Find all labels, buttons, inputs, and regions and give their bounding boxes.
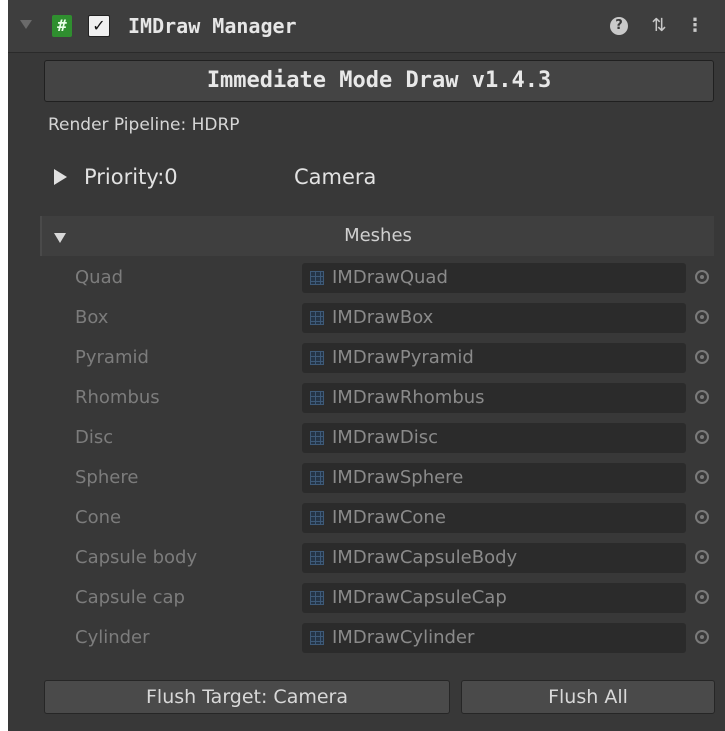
mesh-value: IMDrawCapsuleBody — [332, 547, 518, 568]
mesh-object-field[interactable]: IMDrawCylinder — [302, 623, 686, 653]
mesh-label: Rhombus — [75, 387, 160, 408]
object-picker-icon[interactable] — [695, 270, 709, 284]
mesh-row-disc: Disc IMDrawDisc — [8, 420, 725, 456]
mesh-asset-icon — [310, 391, 324, 405]
object-picker-icon[interactable] — [695, 430, 709, 444]
mesh-label: Cone — [75, 507, 122, 528]
object-picker-icon[interactable] — [695, 590, 709, 604]
mesh-row-box: Box IMDrawBox — [8, 300, 725, 336]
mesh-row-quad: Quad IMDrawQuad — [8, 260, 725, 296]
mesh-row-capsule-body: Capsule body IMDrawCapsuleBody — [8, 540, 725, 576]
mesh-object-field[interactable]: IMDrawCapsuleCap — [302, 583, 686, 613]
mesh-value: IMDrawSphere — [332, 467, 464, 488]
object-picker-icon[interactable] — [695, 350, 709, 364]
presets-icon[interactable]: ⇅ — [648, 14, 670, 38]
priority-foldout[interactable]: Priority:0 Camera — [48, 160, 708, 194]
mesh-row-rhombus: Rhombus IMDrawRhombus — [8, 380, 725, 416]
meshes-title: Meshes — [344, 225, 412, 246]
mesh-label: Pyramid — [75, 347, 149, 368]
mesh-object-field[interactable]: IMDrawDisc — [302, 423, 686, 453]
mesh-asset-icon — [310, 591, 324, 605]
mesh-value: IMDrawCapsuleCap — [332, 587, 507, 608]
mesh-asset-icon — [310, 431, 324, 445]
mesh-asset-icon — [310, 351, 324, 365]
mesh-value: IMDrawPyramid — [332, 347, 474, 368]
mesh-row-cylinder: Cylinder IMDrawCylinder — [8, 620, 725, 656]
version-banner: Immediate Mode Draw v1.4.3 — [44, 60, 714, 102]
mesh-label: Cylinder — [75, 627, 150, 648]
mesh-row-pyramid: Pyramid IMDrawPyramid — [8, 340, 725, 376]
mesh-object-field[interactable]: IMDrawPyramid — [302, 343, 686, 373]
mesh-value: IMDrawCylinder — [332, 627, 475, 648]
mesh-object-field[interactable]: IMDrawCapsuleBody — [302, 543, 686, 573]
object-picker-icon[interactable] — [695, 310, 709, 324]
flush-all-button[interactable]: Flush All — [461, 680, 715, 714]
mesh-row-capsule-cap: Capsule cap IMDrawCapsuleCap — [8, 580, 725, 616]
mesh-object-field[interactable]: IMDrawBox — [302, 303, 686, 333]
mesh-value: IMDrawDisc — [332, 427, 438, 448]
render-pipeline-label: Render Pipeline: HDRP — [48, 115, 240, 135]
flush-target-button[interactable]: Flush Target: Camera — [44, 680, 450, 714]
component-title: IMDraw Manager — [128, 14, 297, 38]
mesh-row-sphere: Sphere IMDrawSphere — [8, 460, 725, 496]
expand-arrow-icon[interactable] — [54, 169, 67, 185]
object-picker-icon[interactable] — [695, 550, 709, 564]
help-icon[interactable]: ? — [610, 17, 628, 35]
mesh-value: IMDrawRhombus — [332, 387, 485, 408]
priority-label: Priority:0 — [84, 165, 178, 189]
mesh-value: IMDrawBox — [332, 307, 434, 328]
mesh-row-cone: Cone IMDrawCone — [8, 500, 725, 536]
mesh-asset-icon — [310, 271, 324, 285]
mesh-asset-icon — [310, 631, 324, 645]
object-picker-icon[interactable] — [695, 390, 709, 404]
mesh-label: Disc — [75, 427, 114, 448]
component-enabled-checkbox[interactable]: ✓ — [88, 15, 110, 37]
mesh-asset-icon — [310, 551, 324, 565]
object-picker-icon[interactable] — [695, 470, 709, 484]
mesh-object-field[interactable]: IMDrawSphere — [302, 463, 686, 493]
mesh-asset-icon — [310, 471, 324, 485]
inspector-panel: # ✓ IMDraw Manager ? ⇅ ⋮ Immediate Mode … — [8, 0, 725, 731]
mesh-object-field[interactable]: IMDrawRhombus — [302, 383, 686, 413]
mesh-asset-icon — [310, 511, 324, 525]
mesh-label: Sphere — [75, 467, 139, 488]
collapse-arrow-icon[interactable] — [20, 20, 32, 29]
object-picker-icon[interactable] — [695, 510, 709, 524]
object-picker-icon[interactable] — [695, 630, 709, 644]
mesh-value: IMDrawCone — [332, 507, 446, 528]
more-options-icon[interactable]: ⋮ — [684, 14, 706, 38]
mesh-label: Capsule body — [75, 547, 198, 568]
mesh-object-field[interactable]: IMDrawCone — [302, 503, 686, 533]
mesh-value: IMDrawQuad — [332, 267, 448, 288]
mesh-label: Box — [75, 307, 109, 328]
component-header[interactable]: # ✓ IMDraw Manager ? ⇅ ⋮ — [8, 0, 725, 53]
meshes-foldout-header[interactable]: Meshes — [40, 216, 714, 256]
mesh-asset-icon — [310, 311, 324, 325]
mesh-label: Capsule cap — [75, 587, 185, 608]
priority-value: Camera — [294, 165, 377, 189]
mesh-object-field[interactable]: IMDrawQuad — [302, 263, 686, 293]
script-icon: # — [52, 15, 72, 37]
mesh-label: Quad — [75, 267, 124, 288]
